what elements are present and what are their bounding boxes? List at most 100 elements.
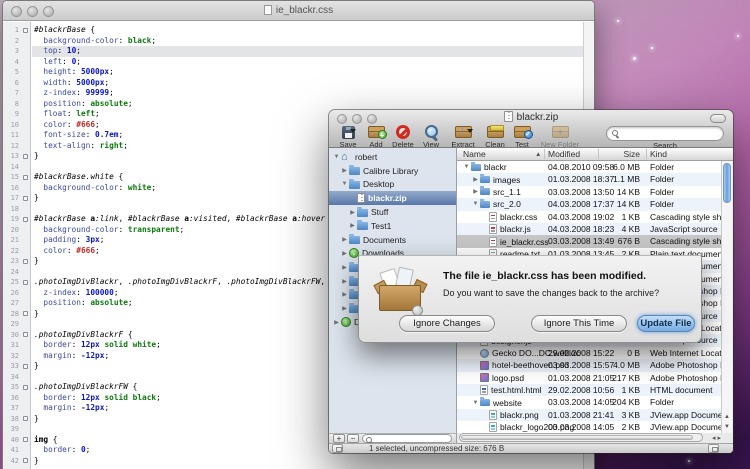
update-file-button[interactable]: Update File: [637, 315, 695, 332]
add-button[interactable]: +Add: [363, 125, 389, 149]
code-line[interactable]: 42}: [3, 456, 583, 467]
status-left-button[interactable]: [332, 444, 343, 453]
disclosure-triangle-icon[interactable]: ▼: [340, 181, 349, 187]
table-row[interactable]: ▶src_1.103.03.2008 13:5014 KBFolder: [457, 186, 723, 198]
column-divider[interactable]: [544, 149, 545, 159]
fold-marker-icon[interactable]: [23, 217, 28, 222]
fold-marker-icon[interactable]: [23, 280, 28, 285]
zoom-button[interactable]: [43, 6, 54, 17]
fold-marker-icon[interactable]: [23, 416, 28, 421]
table-row[interactable]: test.html.html29.02.2008 10:561 KBHTML d…: [457, 384, 723, 396]
delete-button[interactable]: Delete: [389, 125, 417, 149]
vertical-scrollbar[interactable]: ▲▼: [721, 161, 732, 433]
disclosure-triangle-icon[interactable]: ▶: [340, 250, 349, 257]
fold-marker-icon[interactable]: [23, 311, 28, 316]
table-row[interactable]: blackr.css04.03.2008 19:021 KBCascading …: [457, 211, 723, 223]
disclosure-triangle-icon[interactable]: ▶: [348, 209, 357, 216]
sidebar-item-documents[interactable]: ▶Documents: [329, 233, 456, 247]
column-header-kind[interactable]: Kind: [650, 148, 667, 161]
sidebar-item-test1[interactable]: ▶Test1: [329, 219, 456, 233]
disclosure-triangle-icon[interactable]: ▶: [340, 236, 349, 243]
disclosure-triangle-icon[interactable]: ▶: [340, 278, 349, 285]
fold-marker-icon[interactable]: [23, 196, 28, 201]
table-row[interactable]: ▼blackr04.08.2010 09:586.0 MBFolder: [457, 161, 723, 173]
dropdown-caret-icon[interactable]: [467, 129, 473, 133]
close-button[interactable]: [11, 6, 22, 17]
fold-marker-icon[interactable]: [23, 154, 28, 159]
fold-marker-icon[interactable]: [23, 458, 28, 463]
ignore-this-time-button[interactable]: Ignore This Time: [531, 315, 627, 332]
ignore-changes-button[interactable]: Ignore Changes: [399, 315, 495, 332]
fold-marker-icon[interactable]: [23, 175, 28, 180]
code-line[interactable]: 7 z-index: 99999;: [3, 88, 583, 99]
table-row[interactable]: ▼src_2.004.03.2008 17:3714 KBFolder: [457, 198, 723, 210]
remove-sidebar-item-button[interactable]: −: [347, 434, 359, 443]
minimize-button[interactable]: [352, 114, 362, 124]
scrollbar-arrows[interactable]: ▲▼: [722, 412, 732, 432]
fold-marker-icon[interactable]: [23, 437, 28, 442]
horizontal-scrollbar[interactable]: [459, 433, 703, 442]
table-row[interactable]: logo.psd01.03.2008 21:05217 KBAdobe Phot…: [457, 372, 723, 384]
close-button[interactable]: [337, 114, 347, 124]
extract-button[interactable]: ↓Extract: [445, 125, 481, 149]
column-divider[interactable]: [598, 149, 599, 159]
table-row[interactable]: blackr.png01.03.2008 21:413 KBJView.app …: [457, 409, 723, 421]
sidebar-item-blackr-zip[interactable]: blackr.zip: [329, 191, 456, 205]
column-header-size[interactable]: Size: [602, 148, 640, 161]
disclosure-triangle-icon[interactable]: ▼: [471, 201, 480, 207]
sidebar-item-calibre-library[interactable]: ▶Calibre Library: [329, 164, 456, 178]
horizontal-scroll-arrows[interactable]: ◂ ▸: [712, 434, 721, 442]
disclosure-triangle-icon[interactable]: ▶: [340, 305, 349, 312]
code-line[interactable]: 4 left: 0;: [3, 57, 583, 68]
sidebar-item-desktop[interactable]: ▼Desktop: [329, 178, 456, 192]
fold-marker-icon[interactable]: [23, 28, 28, 33]
table-row[interactable]: ie_blackr.css03.03.2008 13:49676 BCascad…: [457, 235, 723, 247]
save-button[interactable]: Save: [333, 125, 363, 149]
code-line[interactable]: 6 width: 5000px;: [3, 78, 583, 89]
disclosure-triangle-icon[interactable]: ▼: [462, 164, 471, 170]
search-input[interactable]: [606, 126, 724, 141]
code-line[interactable]: 8 position: absolute;: [3, 99, 583, 110]
fold-marker-icon[interactable]: [23, 364, 28, 369]
dropdown-caret-icon[interactable]: [350, 129, 356, 133]
column-header-modified[interactable]: Modified: [548, 148, 580, 161]
code-line[interactable]: 3 top: 10;: [3, 46, 583, 57]
sidebar-item-stuff[interactable]: ▶Stuff: [329, 205, 456, 219]
column-header-name[interactable]: Name: [463, 148, 486, 161]
table-row[interactable]: Gecko DO...DC.webloc29.02.2008 15:220 BW…: [457, 347, 723, 359]
table-row[interactable]: ▼website03.03.2008 14:05204 KBFolder: [457, 396, 723, 408]
code-line[interactable]: 1#blackrBase {: [3, 25, 583, 36]
disclosure-triangle-icon[interactable]: ▶: [340, 167, 349, 174]
test-button[interactable]: ✓Test: [509, 125, 535, 149]
disclosure-triangle-icon[interactable]: ▼: [332, 154, 341, 160]
sidebar-item-robert[interactable]: ▼⌂robert: [329, 150, 456, 164]
fold-marker-icon[interactable]: [23, 385, 28, 390]
editor-title-bar[interactable]: ie_blackr.css: [3, 1, 594, 21]
fold-marker-icon[interactable]: [23, 332, 28, 337]
disclosure-triangle-icon[interactable]: ▶: [340, 264, 349, 271]
disclosure-triangle-icon[interactable]: ▶: [471, 176, 480, 183]
view-button[interactable]: View: [417, 125, 445, 149]
scrollbar-thumb[interactable]: [461, 435, 693, 440]
scrollbar-thumb[interactable]: [723, 163, 731, 203]
table-row[interactable]: blackr.js04.03.2008 18:234 KBJavaScript …: [457, 223, 723, 235]
disclosure-triangle-icon[interactable]: ▼: [471, 400, 480, 406]
disclosure-triangle-icon[interactable]: ▶: [340, 291, 349, 298]
disclosure-triangle-icon[interactable]: ▶: [348, 222, 357, 229]
archive-title-bar[interactable]: blackr.zip Save+AddDeleteView↓ExtractCle…: [329, 110, 733, 148]
sidebar-filter-input[interactable]: [362, 434, 452, 443]
column-divider[interactable]: [646, 149, 647, 159]
minimize-button[interactable]: [27, 6, 38, 17]
disclosure-triangle-icon[interactable]: ▶: [332, 319, 341, 326]
toolbar-toggle-button[interactable]: [710, 114, 726, 123]
clean-button[interactable]: Clean: [481, 125, 509, 149]
code-line[interactable]: 2 background-color: black;: [3, 36, 583, 47]
status-right-button[interactable]: [708, 444, 719, 453]
disclosure-triangle-icon[interactable]: ▶: [471, 188, 480, 195]
add-sidebar-item-button[interactable]: +: [333, 434, 345, 443]
table-row[interactable]: hotel-beethoven.psd03.03.2008 15:574.0 M…: [457, 359, 723, 371]
code-line[interactable]: 5 height: 5000px;: [3, 67, 583, 78]
table-row[interactable]: ▶images01.03.2008 18:371.1 MBFolder: [457, 173, 723, 185]
fold-marker-icon[interactable]: [23, 259, 28, 264]
zoom-button[interactable]: [367, 114, 377, 124]
